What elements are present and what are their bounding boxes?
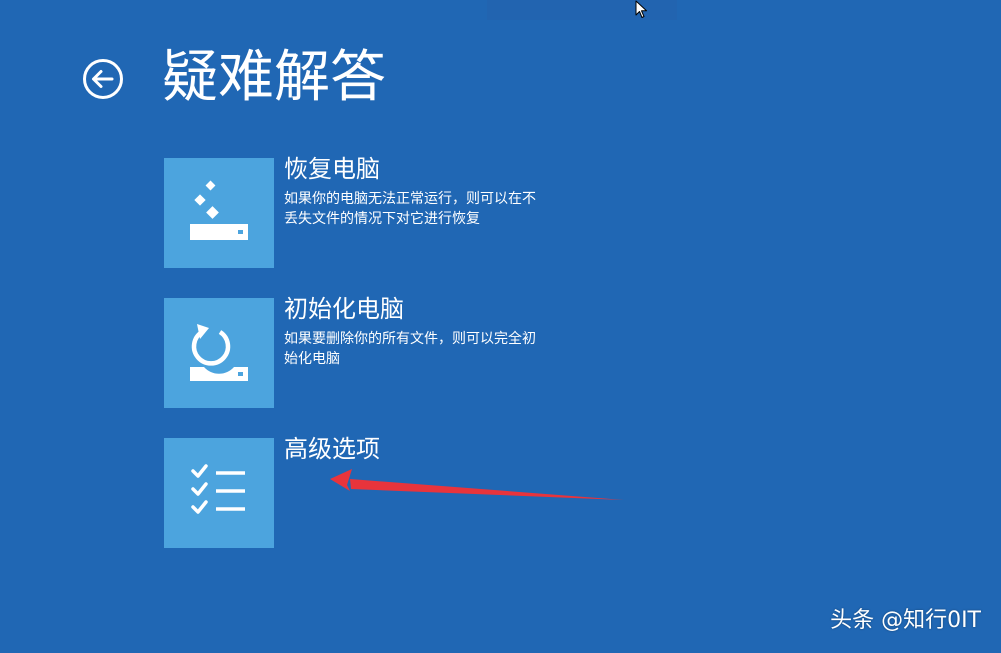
mouse-cursor-icon xyxy=(635,0,647,18)
option-title: 初始化电脑 xyxy=(284,295,404,323)
option-advanced[interactable]: 高级选项 xyxy=(164,435,684,548)
page-title: 疑难解答 xyxy=(162,45,386,110)
option-refresh-pc[interactable]: 恢复电脑 如果你的电脑无法正常运行，则可以在不丢失文件的情况下对它进行恢复 xyxy=(164,155,684,268)
back-button[interactable] xyxy=(82,58,124,100)
option-description: 如果你的电脑无法正常运行，则可以在不丢失文件的情况下对它进行恢复 xyxy=(284,191,536,227)
refresh-drive-icon xyxy=(190,180,248,240)
back-arrow-icon xyxy=(83,59,123,99)
option-tile xyxy=(164,158,274,268)
option-tile xyxy=(164,298,274,408)
checklist-icon xyxy=(191,464,245,514)
reset-drive-icon xyxy=(190,324,248,381)
option-title: 高级选项 xyxy=(284,435,380,463)
troubleshoot-screen: 疑难解答 恢复电脑 如果你的电脑无法正常运行，则可以在不丢失文件的情况下对它进行… xyxy=(0,0,1001,653)
option-reset-pc[interactable]: 初始化电脑 如果要删除你的所有文件，则可以完全初始化电脑 xyxy=(164,295,684,408)
option-tile xyxy=(164,438,274,548)
watermark-text: 头条 @知行0IT xyxy=(830,608,981,633)
option-title: 恢复电脑 xyxy=(284,155,380,183)
option-description: 如果要删除你的所有文件，则可以完全初始化电脑 xyxy=(284,331,536,367)
